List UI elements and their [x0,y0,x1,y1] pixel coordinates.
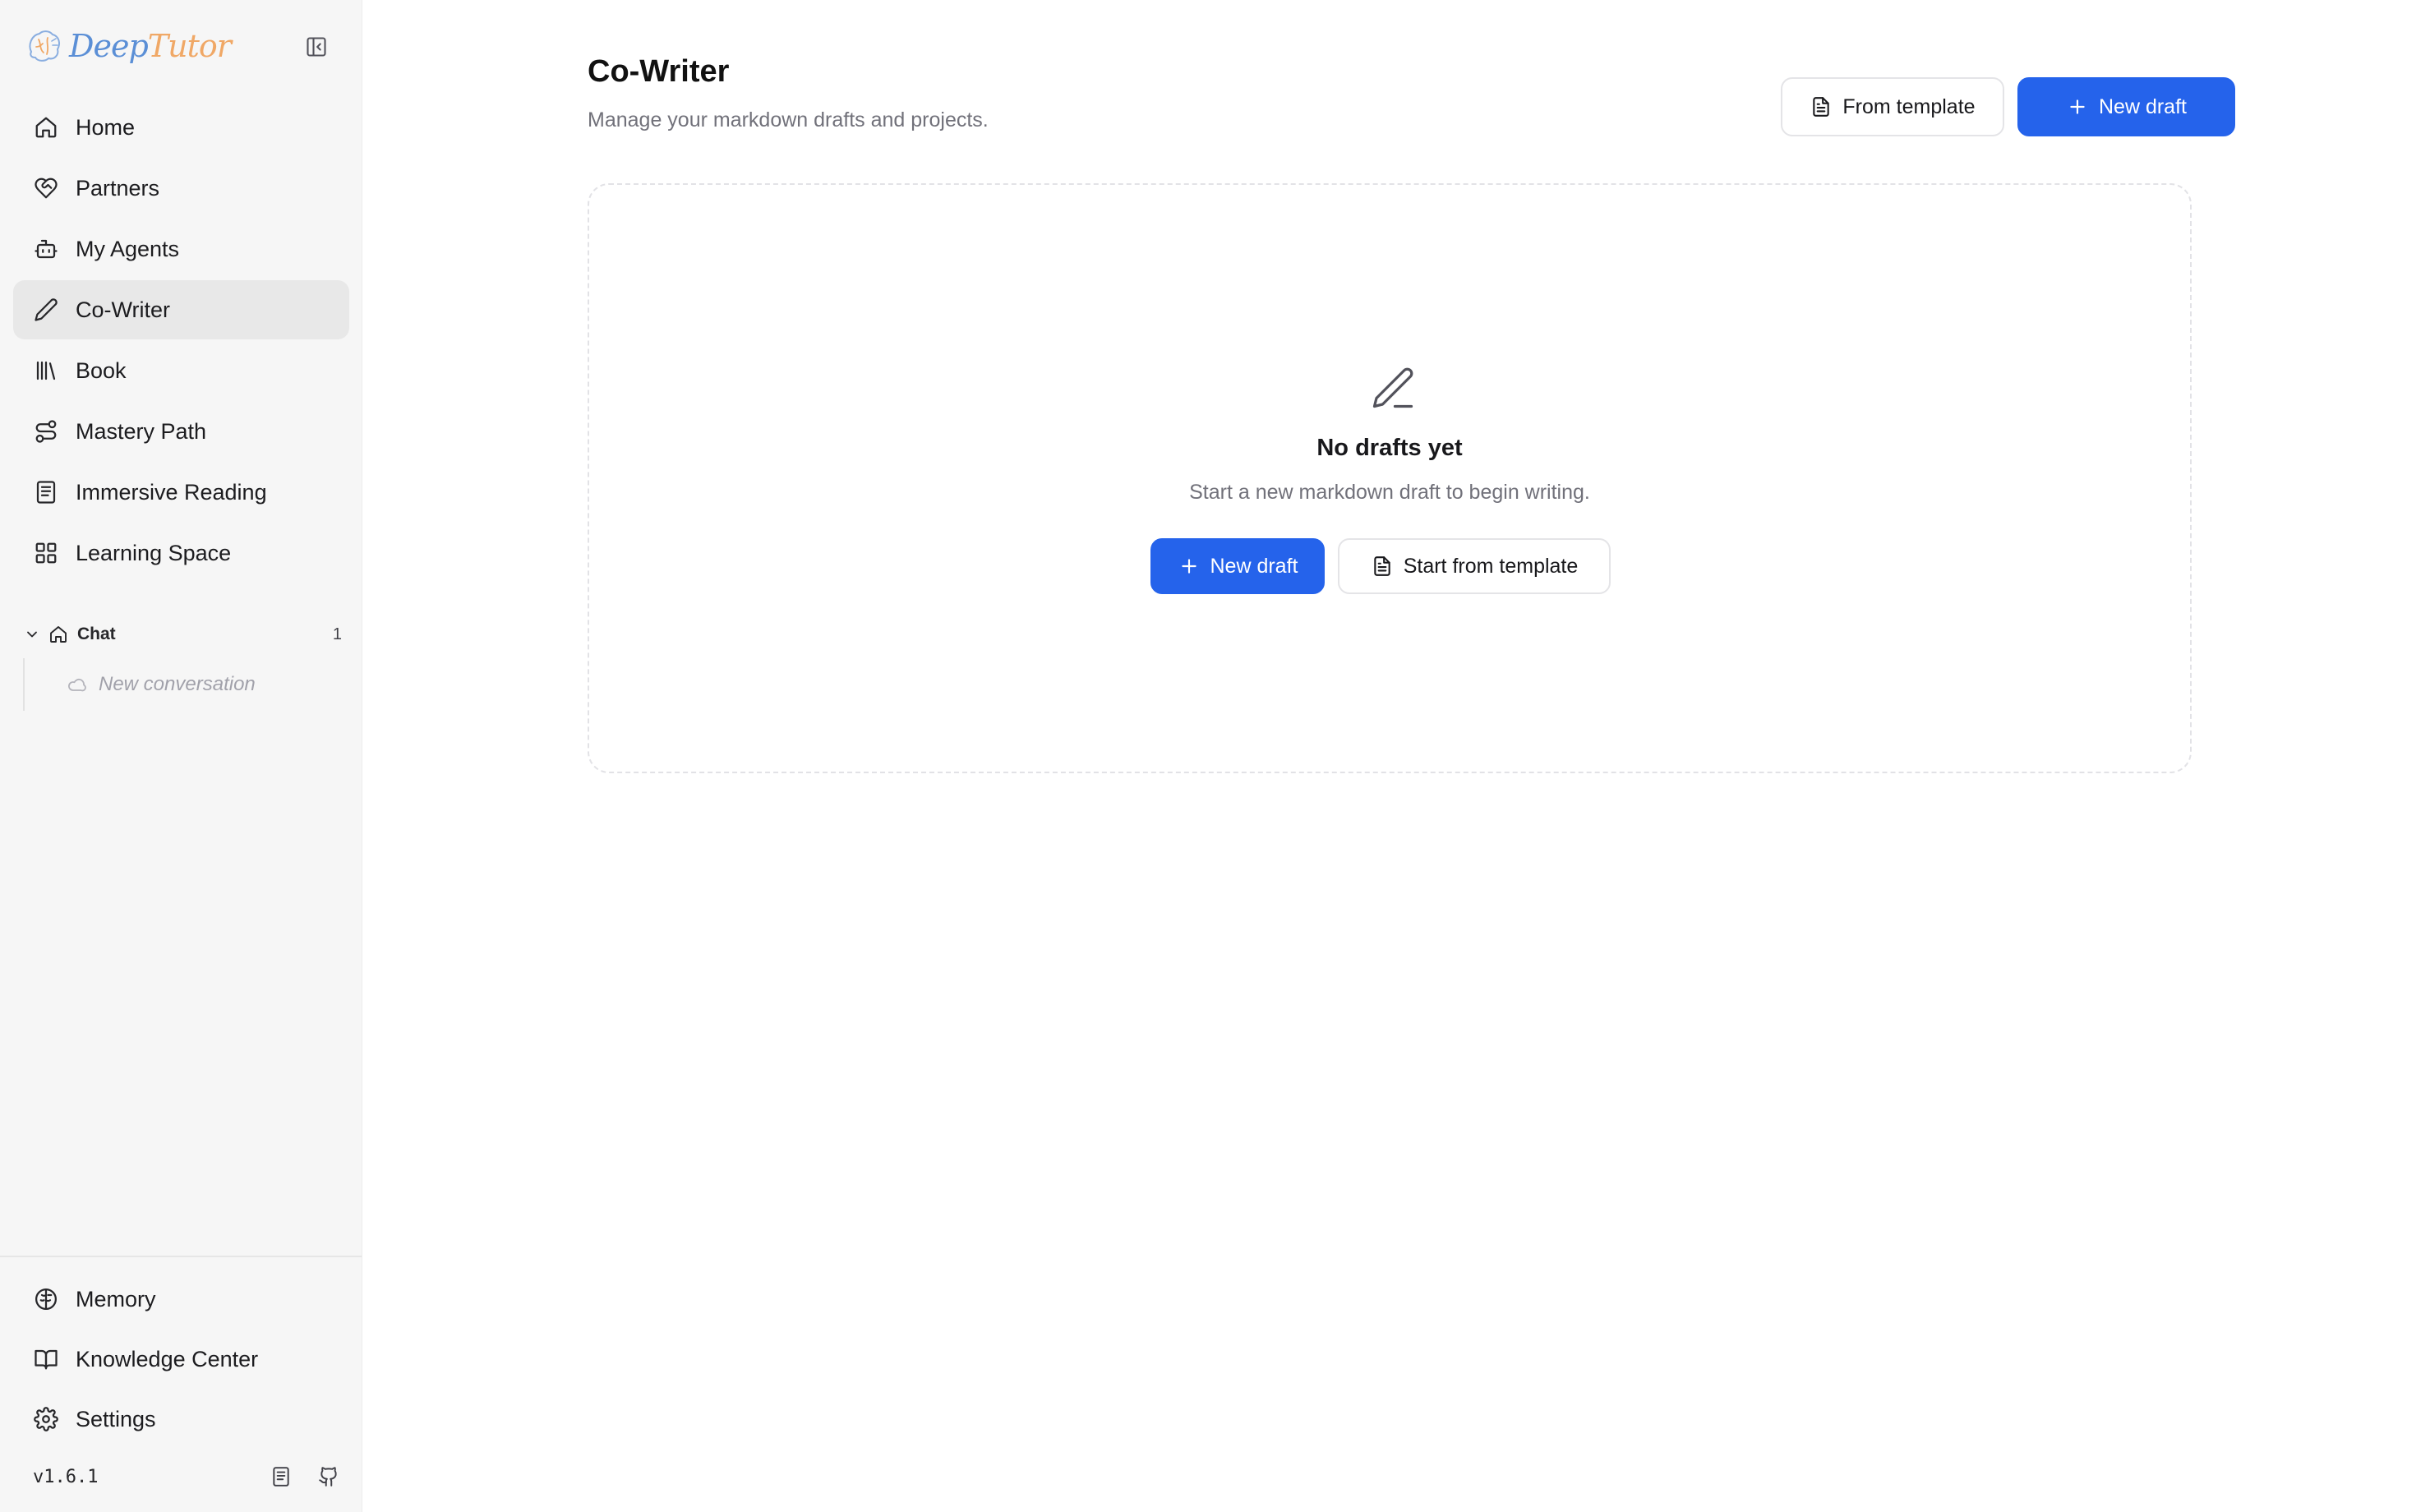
heart-handshake-icon [33,175,59,201]
sidebar-item-label: Settings [76,1406,156,1431]
chat-group-label: Chat [77,625,116,643]
main-content: Co-Writer Manage your markdown drafts an… [362,0,2416,1512]
pencil-line-icon [1372,367,1413,408]
sidebar-item-label: Knowledge Center [76,1346,259,1371]
from-template-label: From template [1842,94,1976,118]
logo-mark-icon [29,30,60,62]
file-text-icon [1810,95,1833,118]
docs-icon[interactable] [269,1464,293,1489]
brand-name-part2: Tutor [147,28,232,64]
sidebar-divider [0,1256,362,1257]
sidebar-item-label: Partners [76,175,160,201]
page-subtitle: Manage your markdown drafts and projects… [588,108,989,131]
library-icon [33,357,59,384]
conversation-label: New conversation [99,673,256,695]
chat-group-header[interactable]: Chat 1 [23,620,343,648]
empty-new-draft-label: New draft [1210,554,1298,578]
sidebar-item-my-agents[interactable]: My Agents [13,219,349,279]
sidebar-item-book[interactable]: Book [13,341,349,400]
brand-name-part1: Deep [69,28,149,64]
collapse-sidebar-button[interactable] [304,35,329,59]
sidebar-item-immersive-reading[interactable]: Immersive Reading [13,463,349,522]
sidebar-item-label: Learning Space [76,540,232,565]
sidebar-item-label: Immersive Reading [76,479,267,505]
sidebar-item-label: Co-Writer [76,297,171,322]
grid-icon [33,540,59,566]
page-title: Co-Writer [588,54,730,89]
home-icon [33,114,59,141]
sidebar-toggle-icon [307,37,326,57]
app-window: DeepTutor Home Partners My Agents Co-Wri… [0,0,2416,1512]
sidebar-item-label: Book [76,357,127,383]
empty-new-draft-button[interactable]: New draft [1150,538,1325,594]
pen-icon [33,297,59,323]
brain-icon [33,1286,59,1312]
empty-state-title: No drafts yet [1316,435,1463,461]
sidebar-item-label: Home [76,114,136,140]
sidebar-nav: Home Partners My Agents Co-Writer Book M… [13,98,349,584]
file-text-icon [1371,555,1394,578]
book-open-icon [33,1346,59,1372]
from-template-button[interactable]: From template [1781,77,2004,136]
brand-logo[interactable]: DeepTutor [25,25,232,67]
sidebar-item-home[interactable]: Home [13,98,349,157]
start-from-template-label: Start from template [1403,554,1579,578]
sidebar-item-co-writer[interactable]: Co-Writer [13,280,349,339]
home-icon [48,624,69,645]
gear-icon [33,1406,59,1432]
conversation-item[interactable]: New conversation [23,658,343,711]
sidebar-item-knowledge-center[interactable]: Knowledge Center [13,1330,349,1388]
chat-count-badge: 1 [332,625,342,643]
brand-name: DeepTutor [69,28,232,64]
empty-state-card: No drafts yet Start a new markdown draft… [588,183,2192,773]
sidebar-item-partners[interactable]: Partners [13,159,349,218]
sidebar-item-memory[interactable]: Memory [13,1270,349,1328]
sidebar-item-mastery-path[interactable]: Mastery Path [13,402,349,461]
sidebar-item-settings[interactable]: Settings [13,1390,349,1448]
sidebar-item-label: Memory [76,1286,156,1311]
sidebar-item-learning-space[interactable]: Learning Space [13,523,349,583]
plus-icon [1178,555,1201,578]
plus-icon [2066,95,2089,118]
chevron-down-icon [23,625,41,643]
sidebar-item-label: My Agents [76,236,180,261]
github-icon[interactable] [316,1464,341,1489]
sidebar-item-label: Mastery Path [76,418,207,444]
sidebar: DeepTutor Home Partners My Agents Co-Wri… [0,0,362,1512]
empty-state-subtitle: Start a new markdown draft to begin writ… [1189,481,1590,504]
bot-icon [33,236,59,262]
new-draft-button[interactable]: New draft [2017,77,2235,136]
start-from-template-button[interactable]: Start from template [1338,538,1611,594]
cloud-icon [66,674,87,695]
version-label: v1.6.1 [33,1466,99,1487]
reader-icon [33,479,59,505]
sidebar-bottom-nav: Memory Knowledge Center Settings [13,1270,349,1450]
version-row: v1.6.1 [33,1461,341,1492]
chat-group: Chat 1 New conversation [23,620,343,711]
new-draft-label: New draft [2099,94,2187,118]
route-icon [33,418,59,445]
